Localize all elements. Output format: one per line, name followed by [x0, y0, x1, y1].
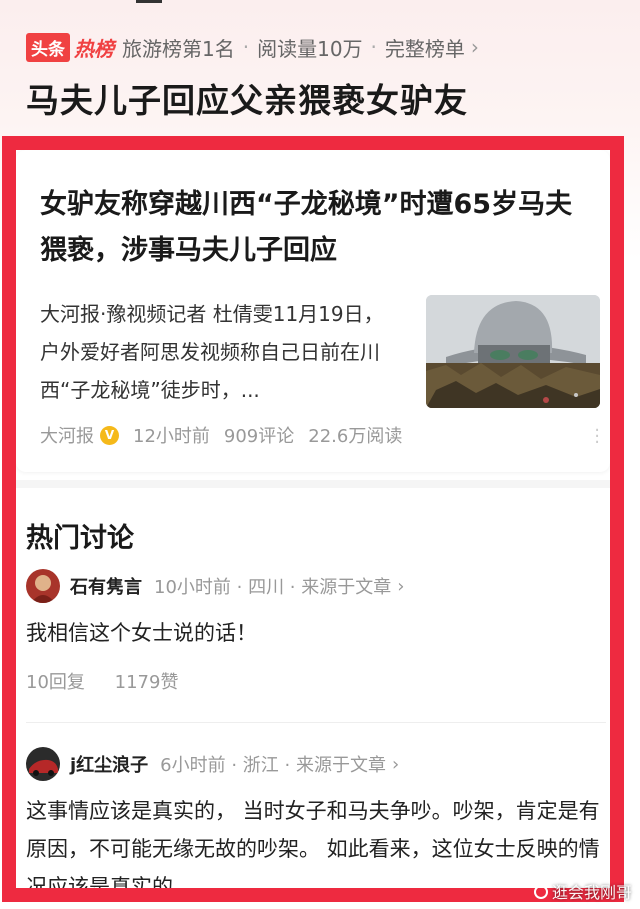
article-thumbnail[interactable]	[426, 295, 600, 408]
comment-text[interactable]: 这事情应该是真实的， 当时女子和马夫争吵。吵架，肯定是有原因，不可能无缘无故的吵…	[26, 792, 606, 888]
full-list-link[interactable]: 完整榜单	[385, 33, 465, 62]
read-count: 22.6万阅读	[308, 426, 403, 447]
article-title[interactable]: 女驴友称穿越川西“子龙秘境”时遭65岁马夫猥亵，涉事马夫儿子回应	[40, 182, 596, 274]
watermark-logo-icon	[533, 885, 548, 899]
avatar[interactable]	[26, 569, 60, 603]
comment-text[interactable]: 我相信这个女士说的话！	[26, 614, 606, 652]
comment-username[interactable]: j红尘浪子	[70, 751, 148, 777]
chevron-right-icon[interactable]: ›	[392, 754, 399, 775]
hiker-photo-image	[426, 295, 600, 408]
comment-meta[interactable]: 6小时前 · 浙江 · 来源于文章	[160, 751, 386, 777]
chevron-right-icon[interactable]: ›	[397, 576, 404, 597]
comment-username[interactable]: 石有隽言	[70, 573, 142, 599]
more-vertical-icon[interactable]: · · ·	[594, 422, 600, 452]
comment-item[interactable]: j红尘浪子 6小时前 · 浙江 · 来源于文章 › 这事情应该是真实的， 当时女…	[26, 746, 606, 888]
dot-separator: ·	[242, 35, 250, 59]
watermark-text: 逛会我刚哥	[551, 883, 632, 902]
hot-discussion-title: 热门讨论	[26, 523, 134, 554]
toutiao-logo: 头条	[26, 32, 70, 62]
reply-count[interactable]: 10回复	[26, 672, 85, 693]
watermark: 逛会我刚哥	[533, 879, 632, 903]
comment-divider	[26, 722, 606, 723]
avatar[interactable]	[26, 747, 60, 781]
comment-count: 909评论	[223, 426, 295, 447]
article-summary[interactable]: 大河报·豫视频记者 杜倩雯11月19日，户外爱好者阿思发视频称自己日前在川西“子…	[40, 295, 400, 409]
dot-separator: ·	[370, 35, 377, 59]
reads-label: 阅读量10万	[257, 36, 363, 61]
comment-meta[interactable]: 10小时前 · 四川 · 来源于文章	[154, 573, 391, 599]
content-panel: 女驴友称穿越川西“子龙秘境”时遭65岁马夫猥亵，涉事马夫儿子回应 大河报·豫视频…	[16, 150, 610, 888]
publish-time: 12小时前	[133, 426, 210, 447]
comment-stats: 10回复 1179赞	[26, 668, 606, 694]
hot-list-bar[interactable]: 头条 热榜 旅游榜第1名 · 阅读量10万 · 完整榜单 ›	[26, 32, 479, 62]
article-meta: 大河报 V 12小时前 909评论 22.6万阅读	[40, 422, 416, 448]
like-count[interactable]: 1179赞	[115, 672, 179, 693]
page-title: 马夫儿子回应父亲猥亵女驴友	[26, 81, 468, 120]
verified-badge-icon: V	[100, 425, 119, 445]
source-name[interactable]: 大河报	[40, 422, 94, 448]
comment-item[interactable]: 石有隽言 10小时前 · 四川 · 来源于文章 › 我相信这个女士说的话！ 10…	[26, 568, 606, 694]
status-indicator	[136, 0, 162, 3]
section-divider	[16, 480, 610, 488]
chevron-right-icon[interactable]: ›	[471, 35, 479, 59]
rank-label: 旅游榜第1名	[122, 36, 235, 61]
article-card[interactable]: 女驴友称穿越川西“子龙秘境”时遭65岁马夫猥亵，涉事马夫儿子回应 大河报·豫视频…	[16, 150, 610, 472]
rebang-logo: 热榜	[74, 36, 114, 61]
